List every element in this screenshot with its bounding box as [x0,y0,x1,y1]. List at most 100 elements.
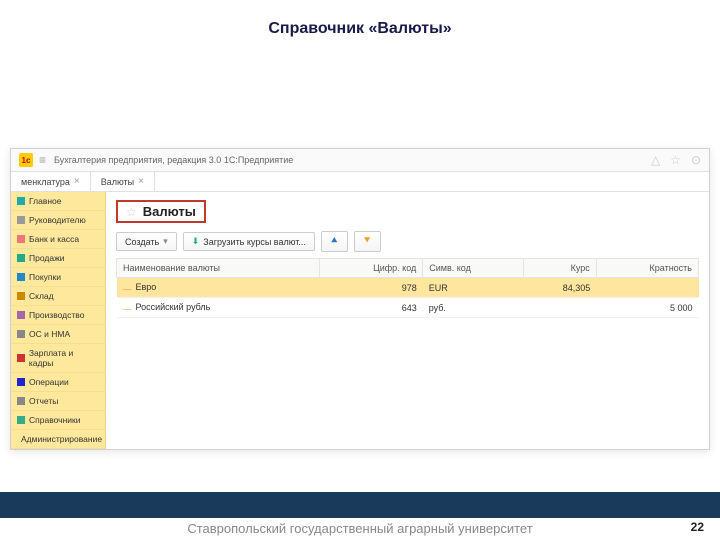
close-icon[interactable]: × [138,176,144,187]
nav-up-button[interactable]: ⯅ [321,231,348,252]
cell-rate [523,298,596,318]
toolbar: Создать ▾ ⬇ Загрузить курсы валют... ⯅ ⯆ [116,231,699,252]
arrow-down-icon: ⯆ [363,235,372,248]
sidebar-item-label: Операции [29,377,69,387]
sidebar: Главное Руководителю Банк и касса Продажи По… [11,192,106,449]
close-icon[interactable]: × [74,176,80,187]
footer-bar [0,492,720,518]
tab-nomenclature[interactable]: менклатура × [11,172,91,191]
currency-icon: ⎼ [123,282,132,292]
app-title: Бухгалтерия предприятия, редакция 3.0 1С… [54,155,651,165]
sidebar-item-label: Руководителю [29,215,86,225]
sidebar-item[interactable]: ОС и НМА [11,325,105,344]
col-sym-code[interactable]: Симв. код [423,259,524,278]
sidebar-item[interactable]: Отчеты [11,392,105,411]
sidebar-item-label: Банк и касса [29,234,79,244]
sidebar-icon [17,416,25,424]
cell-name: ⎼ Российский рубль [117,298,320,318]
currency-icon: ⎼ [123,302,132,312]
tab-label: менклатура [21,177,70,187]
tab-currencies[interactable]: Валюты × [91,172,155,191]
col-multiplicity[interactable]: Кратность [596,259,698,278]
table-header-row: Наименование валюты Цифр. код Симв. код … [117,259,699,278]
sidebar-item-label: Главное [29,196,61,206]
table-row[interactable]: ⎼ Российский рубль 643руб. 5 000 [117,298,699,318]
sidebar-icon [17,273,25,281]
slide-title: Справочник «Валюты» [0,0,720,48]
main-area: ☆ Валюты Создать ▾ ⬇ Загрузить курсы вал… [106,192,709,449]
page-title: Валюты [143,204,196,219]
sidebar-item[interactable]: Производство [11,306,105,325]
sidebar-item[interactable]: Склад [11,287,105,306]
sidebar-icon [17,235,25,243]
col-rate[interactable]: Курс [523,259,596,278]
page-title-highlight: ☆ Валюты [116,200,206,223]
tabs-row: менклатура × Валюты × [11,172,709,192]
page-title-row: ☆ Валюты [116,200,699,223]
sidebar-item-label: Администрирование [21,434,102,444]
favorite-star-icon[interactable]: ☆ [126,205,137,219]
sidebar-icon [17,216,25,224]
sidebar-item[interactable]: Справочники [11,411,105,430]
cell-multiplicity [596,278,698,298]
load-rates-label: Загрузить курсы валют... [203,237,306,247]
cell-sym-code: EUR [423,278,524,298]
nav-down-button[interactable]: ⯆ [354,231,381,252]
sidebar-icon [17,311,25,319]
sidebar-item[interactable]: Зарплата и кадры [11,344,105,373]
cell-rate: 84,305 [523,278,596,298]
cell-num-code: 643 [319,298,423,318]
menu-icon[interactable]: ≡ [39,153,46,167]
cell-num-code: 978 [319,278,423,298]
sidebar-item-label: Продажи [29,253,65,263]
sidebar-icon [17,197,25,205]
table-row[interactable]: ⎼ Евро 978EUR84,305 [117,278,699,298]
sidebar-item[interactable]: Руководителю [11,211,105,230]
footer-text: Ставропольский государственный аграрный … [0,521,720,540]
currency-name: Российский рубль [136,302,211,312]
arrow-up-icon: ⯅ [330,235,339,248]
download-icon: ⬇ [192,236,200,247]
star-header-icon[interactable]: ☆ [670,153,681,167]
sidebar-item[interactable]: Покупки [11,268,105,287]
currencies-table: Наименование валюты Цифр. код Симв. код … [116,258,699,318]
sidebar-item[interactable]: Главное [11,192,105,211]
sidebar-item-label: Производство [29,310,84,320]
create-button-label: Создать [125,237,159,247]
sidebar-item-label: Покупки [29,272,61,282]
bell-icon[interactable]: △ [651,153,660,167]
sidebar-item[interactable]: Администрирование [11,430,105,449]
tab-label: Валюты [101,177,134,187]
sidebar-item-label: ОС и НМА [29,329,70,339]
create-button[interactable]: Создать ▾ [116,232,177,251]
col-num-code[interactable]: Цифр. код [319,259,423,278]
header-icons: △ ☆ ⊙ [651,153,701,167]
col-name[interactable]: Наименование валюты [117,259,320,278]
sidebar-icon [17,397,25,405]
app-header: 1c ≡ Бухгалтерия предприятия, редакция 3… [11,149,709,172]
sidebar-item[interactable]: Операции [11,373,105,392]
load-rates-button[interactable]: ⬇ Загрузить курсы валют... [183,232,315,251]
sidebar-item[interactable]: Продажи [11,249,105,268]
sidebar-icon [17,292,25,300]
sidebar-icon [17,378,25,386]
app-logo-icon: 1c [19,153,33,167]
cell-name: ⎼ Евро [117,278,320,298]
cell-multiplicity: 5 000 [596,298,698,318]
dropdown-icon: ▾ [163,236,168,247]
sidebar-item-label: Справочники [29,415,81,425]
sidebar-item-label: Зарплата и кадры [29,348,99,368]
sidebar-icon [17,354,25,362]
sidebar-item-label: Отчеты [29,396,58,406]
sidebar-item[interactable]: Банк и касса [11,230,105,249]
clock-icon[interactable]: ⊙ [691,153,701,167]
currency-name: Евро [136,282,157,292]
page-number: 22 [691,520,704,534]
footer-org: Ставропольский государственный аграрный … [187,521,532,536]
cell-sym-code: руб. [423,298,524,318]
sidebar-icon [17,254,25,262]
sidebar-icon [17,330,25,338]
app-window: 1c ≡ Бухгалтерия предприятия, редакция 3… [10,148,710,450]
body-row: Главное Руководителю Банк и касса Продажи По… [11,192,709,449]
sidebar-item-label: Склад [29,291,54,301]
